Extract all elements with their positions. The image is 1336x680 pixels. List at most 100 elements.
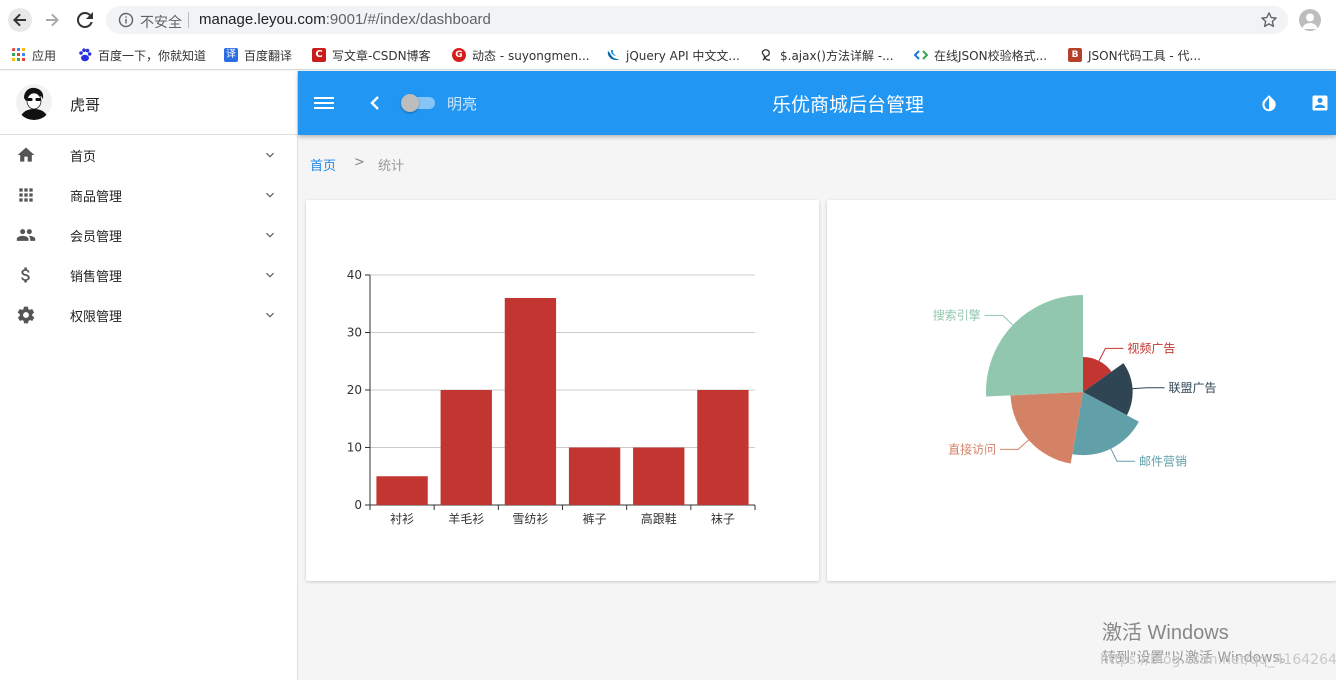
info-icon[interactable] bbox=[118, 12, 134, 28]
bookmark-label: 动态 - suyongmen... bbox=[472, 48, 590, 63]
toggle-thumb bbox=[401, 94, 419, 112]
chevron-left-icon[interactable] bbox=[368, 93, 382, 113]
arrow-left-icon bbox=[13, 13, 26, 27]
pie-label-line bbox=[1000, 439, 1029, 450]
breadcrumb-separator: > bbox=[354, 155, 365, 170]
bar bbox=[376, 476, 428, 505]
y-tick-label: 30 bbox=[347, 326, 362, 340]
forward-button[interactable] bbox=[40, 8, 64, 32]
pie-slice bbox=[1010, 392, 1083, 464]
x-tick-label: 衬衫 bbox=[390, 512, 414, 526]
baidu-paw-icon bbox=[79, 48, 92, 62]
bookmark-csdn[interactable]: C 写文章-CSDN博客 bbox=[312, 45, 431, 65]
chevron-down-icon[interactable] bbox=[262, 267, 278, 283]
pie-label-line bbox=[1110, 448, 1136, 462]
url-path: :9001/#/index/dashboard bbox=[325, 11, 491, 28]
apps-icon bbox=[16, 185, 36, 205]
bookmark-cnblogs[interactable]: G 动态 - suyongmen... bbox=[452, 45, 590, 65]
dollar-icon bbox=[16, 265, 36, 285]
star-icon[interactable] bbox=[1260, 11, 1278, 29]
people-icon bbox=[16, 225, 36, 245]
sidebar: 虎哥 首页 商品管理 会员管理 销售管理 权限管理 bbox=[0, 71, 298, 680]
bookmark-apps[interactable]: 应用 bbox=[12, 45, 56, 65]
sidebar-item-products[interactable]: 商品管理 bbox=[0, 175, 297, 215]
y-tick-label: 20 bbox=[347, 383, 362, 397]
bar bbox=[504, 298, 557, 505]
apps-grid-icon bbox=[12, 48, 25, 61]
bookmark-label: 百度翻译 bbox=[244, 48, 293, 63]
breadcrumb-current: 统计 bbox=[378, 159, 405, 174]
app-bar: 明亮 乐优商城后台管理 bbox=[298, 71, 1336, 135]
csdn-watermark: https://blog.csdn.net/qq_41642640 bbox=[1100, 652, 1336, 668]
profile-avatar[interactable] bbox=[1299, 9, 1321, 31]
bookmark-ajax[interactable]: $.ajax()方法详解 -... bbox=[760, 45, 894, 65]
json-tool-icon: B bbox=[1068, 48, 1082, 62]
x-tick-label: 裤子 bbox=[583, 512, 607, 526]
bookmark-baidu[interactable]: 百度一下，你就知道 bbox=[78, 45, 206, 65]
pie-label-line bbox=[1098, 347, 1124, 362]
gear-icon bbox=[16, 305, 36, 325]
cnblogs-icon: G bbox=[452, 48, 466, 62]
bookmarks-bar: 应用 百度一下，你就知道 译 百度翻译 C 写文章-CSDN博客 G 动态 - … bbox=[0, 40, 1336, 70]
bookmark-label: 写文章-CSDN博客 bbox=[332, 48, 431, 63]
bookmark-jquery[interactable]: jQuery API 中文文... bbox=[606, 45, 740, 65]
sidebar-item-sales[interactable]: 销售管理 bbox=[0, 255, 297, 295]
pie-label: 联盟广告 bbox=[1169, 381, 1217, 395]
pie-chart-card: 视频广告 联盟广告 邮件营销 直接访问 搜索引擎 bbox=[827, 200, 1336, 581]
chevron-down-icon[interactable] bbox=[262, 187, 278, 203]
sidebar-item-permissions[interactable]: 权限管理 bbox=[0, 295, 297, 335]
account-box-icon[interactable] bbox=[1310, 93, 1330, 113]
y-tick-label: 10 bbox=[347, 441, 362, 455]
x-tick-label: 高跟鞋 bbox=[641, 511, 677, 526]
csdn-icon: C bbox=[312, 48, 326, 62]
invert-colors-icon[interactable] bbox=[1259, 93, 1279, 113]
pie-label: 搜索引擎 bbox=[933, 307, 981, 322]
sidebar-item-members[interactable]: 会员管理 bbox=[0, 215, 297, 255]
avatar[interactable] bbox=[16, 84, 52, 120]
jquery-icon bbox=[607, 50, 620, 60]
browser-toolbar: 不安全 manage.leyou.com:9001/#/index/dashbo… bbox=[0, 0, 1336, 40]
address-bar[interactable]: 不安全 manage.leyou.com:9001/#/index/dashbo… bbox=[106, 6, 1288, 34]
app-title: 乐优商城后台管理 bbox=[771, 95, 924, 116]
user-avatar-icon bbox=[16, 84, 52, 120]
theme-label: 明亮 bbox=[447, 95, 478, 113]
bar bbox=[568, 447, 621, 505]
bookmark-label: JSON代码工具 - 代... bbox=[1088, 48, 1201, 63]
pie-label-line bbox=[1132, 387, 1165, 390]
pie-label-line bbox=[984, 314, 1014, 326]
home-icon bbox=[16, 145, 36, 165]
back-button[interactable] bbox=[8, 8, 32, 32]
chevron-down-icon[interactable] bbox=[262, 147, 278, 163]
bookmark-label: 应用 bbox=[32, 48, 57, 63]
y-tick-label: 0 bbox=[354, 498, 362, 512]
script-icon bbox=[761, 49, 771, 61]
reload-button[interactable] bbox=[73, 8, 97, 32]
code-brackets-icon bbox=[914, 50, 928, 60]
reload-icon bbox=[77, 12, 93, 28]
baidu-translate-icon: 译 bbox=[224, 48, 238, 62]
sidebar-item-label: 首页 bbox=[70, 150, 97, 165]
sidebar-item-home[interactable]: 首页 bbox=[0, 135, 297, 175]
pie-slice bbox=[986, 295, 1083, 397]
bar bbox=[440, 390, 492, 505]
activation-title: 激活 Windows bbox=[1102, 622, 1229, 644]
theme-toggle[interactable] bbox=[401, 94, 435, 112]
url-text[interactable]: manage.leyou.com:9001/#/index/dashboard bbox=[199, 11, 491, 28]
menu-icon[interactable] bbox=[314, 91, 334, 115]
omnibox-divider bbox=[188, 12, 189, 28]
sidebar-item-label: 权限管理 bbox=[70, 310, 123, 325]
bar bbox=[633, 447, 685, 505]
bookmark-baidu-translate[interactable]: 译 百度翻译 bbox=[224, 45, 292, 65]
bookmark-json-check[interactable]: 在线JSON校验格式... bbox=[914, 45, 1047, 65]
x-tick-label: 羊毛衫 bbox=[448, 511, 484, 526]
chevron-down-icon[interactable] bbox=[262, 227, 278, 243]
pie-chart: 视频广告联盟广告邮件营销 直接访问 搜索引擎 bbox=[933, 295, 1217, 468]
bookmark-json-tool[interactable]: B JSON代码工具 - 代... bbox=[1068, 45, 1201, 65]
bookmark-label: 在线JSON校验格式... bbox=[934, 48, 1048, 63]
bar bbox=[697, 390, 749, 505]
bar-chart-card: 0 10 20 30 40 衬衫 羊毛衫 雪纺衫 裤子 高跟鞋 袜子 bbox=[306, 200, 819, 581]
bookmark-label: 百度一下，你就知道 bbox=[98, 48, 207, 63]
arrow-right-icon bbox=[46, 13, 59, 27]
breadcrumb-home[interactable]: 首页 bbox=[310, 155, 336, 174]
chevron-down-icon[interactable] bbox=[262, 307, 278, 323]
